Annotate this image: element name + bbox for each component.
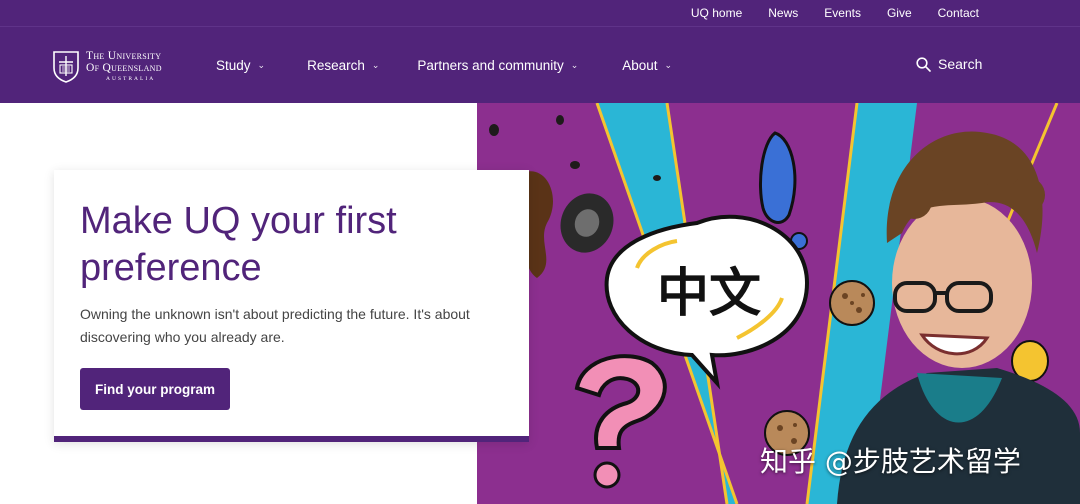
nav-item-label: About [622, 58, 658, 73]
hero-card: Make UQ your first preference Owning the… [54, 170, 529, 442]
utility-link-news[interactable]: News [768, 6, 798, 20]
chevron-down-icon: ⌄ [371, 60, 380, 70]
search-button[interactable]: Search [916, 56, 982, 72]
find-your-program-button[interactable]: Find your program [80, 368, 230, 410]
nav-item-label: Partners and community [417, 58, 564, 73]
nav-item-label: Study [216, 58, 251, 73]
nav-item-about[interactable]: About ⌄ [622, 58, 672, 73]
utility-link-contact[interactable]: Contact [938, 6, 979, 20]
utility-link-uq-home[interactable]: UQ home [691, 6, 742, 20]
utility-link-give[interactable]: Give [887, 6, 912, 20]
utility-bar: UQ home News Events Give Contact [0, 0, 1080, 26]
nav-item-study[interactable]: Study ⌄ [216, 58, 265, 73]
logo-line-2: Of Queensland [86, 61, 162, 74]
hero-description: Owning the unknown isn't about predictin… [80, 306, 470, 345]
search-icon [916, 56, 931, 72]
nav-item-label: Research [307, 58, 365, 73]
logo-line-3: Australia [106, 76, 156, 83]
nav-item-partners-and-community[interactable]: Partners and community ⌄ [417, 58, 578, 73]
main-nav: The University Of Queensland Australia S… [0, 26, 1080, 103]
nav-item-research[interactable]: Research ⌄ [307, 58, 379, 73]
speech-bubble-text: 中文 [657, 264, 761, 324]
uq-logo[interactable]: The University Of Queensland Australia [52, 49, 182, 85]
chevron-down-icon: ⌄ [664, 60, 673, 70]
hero-title: Make UQ your first preference [80, 200, 397, 289]
chevron-down-icon: ⌄ [570, 60, 579, 70]
search-label: Search [938, 56, 983, 72]
watermark: 知乎 @步肢艺术留学 [760, 445, 1021, 478]
primary-nav: Study ⌄ Research ⌄ Partners and communit… [216, 27, 672, 104]
chevron-down-icon: ⌄ [257, 60, 266, 70]
logo-text: The University Of Queensland Australia [86, 51, 162, 83]
crest-icon [53, 51, 79, 83]
utility-link-events[interactable]: Events [824, 6, 861, 20]
utility-nav: UQ home News Events Give Contact [691, 0, 979, 26]
